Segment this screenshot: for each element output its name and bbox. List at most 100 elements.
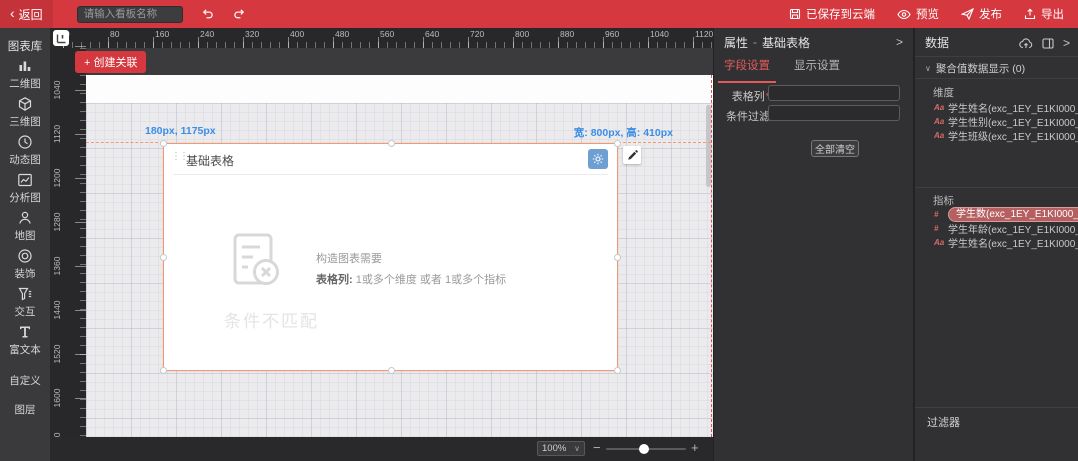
sidebar-item-custom[interactable]: 自定义 — [0, 373, 50, 388]
canvas-vertical-scrollbar[interactable] — [706, 105, 711, 187]
publish-button[interactable]: 发布 — [961, 6, 1002, 22]
filter-section-title: 过滤器 — [927, 417, 960, 429]
preview-button[interactable]: 预览 — [897, 6, 939, 22]
h-ruler-tick: 560 — [380, 29, 395, 39]
resize-handle-s[interactable] — [388, 367, 395, 374]
back-chevron-icon: ‹ — [10, 5, 15, 21]
widget-settings-button[interactable] — [588, 149, 608, 169]
widget-edit-button[interactable] — [623, 146, 641, 164]
resize-handle-ne[interactable] — [614, 140, 621, 147]
table-widget[interactable]: ⋮⋮ 基础表格 构造图表需要 表格列: 1或多个维度 或者 1或多个指标 条件不… — [160, 140, 621, 374]
collapse-properties-icon[interactable]: > — [896, 35, 903, 49]
empty-state-line1: 构造图表需要 — [316, 253, 382, 265]
drag-handle-icon[interactable]: ⋮⋮ — [171, 151, 189, 162]
back-button[interactable]: ‹ 返回 — [0, 0, 53, 28]
sidebar-item-2d-chart[interactable]: 二维图 — [0, 58, 50, 91]
aggregate-toggle-row[interactable]: ∨ 聚合值数据显示 (0) — [925, 61, 1070, 76]
widget-header-divider — [173, 174, 608, 175]
canvas-right-boundary — [711, 75, 712, 437]
board-name-input[interactable] — [76, 5, 183, 23]
resize-handle-w[interactable] — [160, 254, 167, 261]
empty-state-text: 构造图表需要 表格列: 1或多个维度 或者 1或多个指标 — [316, 249, 506, 291]
field-item[interactable]: Aa学生姓名(exc_1EY_E1KI000_F2) — [915, 100, 1078, 115]
field-item-label: 学生年龄(exc_1EY_E1KI000_F4) — [948, 224, 1078, 236]
undo-button[interactable] — [199, 5, 217, 23]
redo-button[interactable] — [231, 5, 249, 23]
sidebar-item-label: 动态图 — [9, 154, 41, 166]
export-label: 导出 — [1041, 9, 1064, 21]
zoom-in-button[interactable]: + — [691, 440, 699, 455]
resize-handle-sw[interactable] — [160, 367, 167, 374]
export-icon — [1024, 8, 1036, 20]
clear-all-button[interactable]: 全部清空 — [811, 140, 859, 157]
sidebar-item-map[interactable]: 地图 — [0, 210, 50, 243]
redo-icon — [234, 9, 245, 19]
tab-display-settings[interactable]: 显示设置 — [788, 54, 846, 81]
data-panel-title: 数据 — [925, 35, 950, 50]
table-column-input[interactable] — [768, 85, 900, 101]
zoom-slider[interactable] — [606, 444, 686, 454]
field-item-label: 学生姓名(exc_1EY_E1KI000_F2) — [948, 103, 1078, 115]
export-button[interactable]: 导出 — [1024, 6, 1064, 22]
properties-context: 基础表格 — [762, 35, 811, 50]
selection-guide-left — [86, 142, 163, 143]
top-bar: ‹ 返回 已保存到云端 预览 发布 导出 — [0, 0, 1078, 28]
divider — [915, 407, 1078, 408]
table-column-label: 表格列* — [718, 88, 770, 104]
h-ruler-tick: 1040 — [650, 29, 669, 39]
field-item[interactable]: Aa学生性别(exc_1EY_E1KI000_F3) — [915, 114, 1078, 129]
sidebar-item-layers[interactable]: 图层 — [0, 402, 50, 417]
field-item[interactable]: # 学生数(exc_1EY_E1KI000_F1) — [915, 206, 1078, 222]
dashboard-editor: ‹ 返回 已保存到云端 预览 发布 导出 — [0, 0, 1078, 461]
h-ruler: 0801602403204004805606407208008809601040… — [50, 28, 713, 48]
number-field-icon: # — [934, 209, 939, 219]
resize-handle-n[interactable] — [388, 140, 395, 147]
field-item[interactable]: Aa学生班级(exc_1EY_E1KI000_F5) — [915, 128, 1078, 143]
sidebar-title: 图表库 — [7, 41, 43, 53]
decoration-icon — [0, 248, 50, 264]
divider — [915, 56, 1078, 57]
condition-mismatch-watermark: 条件不匹配 — [224, 312, 319, 331]
sidebar-item-analysis-chart[interactable]: 分析图 — [0, 172, 50, 205]
sidebar-item-label: 装饰 — [14, 268, 36, 280]
zoom-out-button[interactable]: − — [593, 440, 601, 455]
v-ruler-tick: 1280 — [52, 212, 62, 232]
empty-requirement-label: 表格列: — [316, 274, 353, 286]
sidebar-item-decoration[interactable]: 装饰 — [0, 248, 50, 281]
sidebar-item-rich-text[interactable]: 富文本 — [0, 324, 50, 357]
widget-title: 基础表格 — [186, 154, 235, 168]
v-ruler-tick: 1520 — [52, 344, 62, 364]
canvas-top-margin — [86, 75, 713, 103]
number-field-icon: # — [934, 223, 939, 233]
resize-handle-se[interactable] — [614, 367, 621, 374]
collapse-data-panel-icon[interactable]: > — [1063, 36, 1070, 50]
cube-icon — [0, 96, 50, 112]
properties-panel: 属性 - 基础表格 > 字段设置 显示设置 表格列* 条件过滤 全部清空 — [713, 28, 913, 461]
empty-chart-icon — [232, 232, 280, 295]
v-ruler-tick: 1200 — [52, 168, 62, 188]
resize-handle-e[interactable] — [614, 254, 621, 261]
sidebar-item-3d-chart[interactable]: 三维图 — [0, 96, 50, 129]
canvas-bottom-bar: 100% ∨ − + — [50, 437, 713, 461]
divider — [915, 187, 1078, 188]
tab-field-settings[interactable]: 字段设置 — [718, 54, 776, 83]
field-item-label: 学生班级(exc_1EY_E1KI000_F5) — [948, 131, 1078, 143]
sidebar-item-dynamic-chart[interactable]: 动态图 — [0, 134, 50, 167]
condition-filter-input[interactable] — [768, 105, 900, 121]
zoom-level-select[interactable]: 100% ∨ — [537, 441, 585, 456]
send-icon — [961, 8, 974, 20]
widget-position-label: 180px, 1175px — [145, 125, 216, 137]
sidebar-item-interaction[interactable]: 交互 — [0, 286, 50, 319]
condition-filter-label: 条件过滤 — [726, 111, 770, 123]
ruler-corner-icon[interactable] — [53, 30, 69, 46]
cloud-sync-icon[interactable] — [1019, 37, 1033, 49]
field-item[interactable]: # 学生年龄(exc_1EY_E1KI000_F4) — [915, 221, 1078, 236]
v-ruler-tick: 1360 — [52, 256, 62, 276]
field-item[interactable]: Aa学生姓名(exc_1EY_E1KI000_F2) — [915, 235, 1078, 250]
resize-handle-nw[interactable] — [160, 140, 167, 147]
create-link-button[interactable]: + 创建关联 — [75, 51, 147, 73]
measure-list: # 学生数(exc_1EY_E1KI000_F1) # 学生年龄(exc_1EY_E1… — [915, 206, 1078, 250]
zoom-slider-thumb[interactable] — [639, 444, 649, 454]
save-status-label: 已保存到云端 — [806, 9, 875, 21]
panel-switch-icon[interactable] — [1042, 37, 1054, 49]
